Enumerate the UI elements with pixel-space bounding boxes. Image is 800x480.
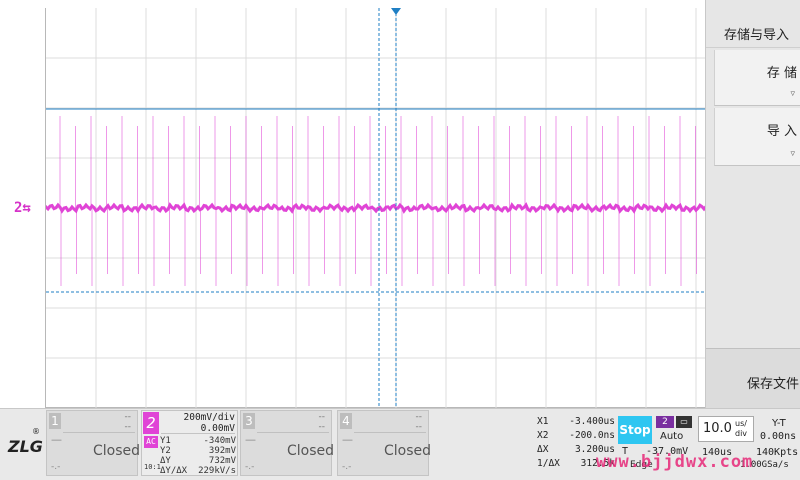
coupling-indicator: — <box>342 433 353 446</box>
channel-number: 4 <box>340 413 352 429</box>
channel-state: Closed <box>384 443 432 459</box>
svg-text:®: ® <box>32 427 40 436</box>
channel-scale: -- <box>415 412 423 422</box>
channel-offset: -- <box>415 422 423 432</box>
ch2-ground-marker[interactable]: 2⇆ <box>14 200 31 216</box>
run-stop-button[interactable]: Stop <box>618 416 652 444</box>
waveform-svg <box>46 8 706 408</box>
trigger-mode[interactable]: Auto <box>660 431 683 442</box>
probe-ratio: -.- <box>51 462 61 472</box>
timebase-scale[interactable]: 10.0 us/ div <box>698 416 754 442</box>
memory-depth[interactable]: 140Kpts <box>756 447 798 458</box>
probe-ratio: -.- <box>245 462 255 472</box>
oscilloscope-screen: 2⇆ 存储与导入 存 储 ▿ 导 入 ▿ 保存文件 ZLG ® 1 -- -- … <box>0 0 800 480</box>
side-menu: 存储与导入 存 储 ▿ 导 入 ▿ 保存文件 <box>705 0 800 408</box>
divider <box>354 432 426 433</box>
brand-logo: ZLG ® <box>7 427 43 456</box>
save-button[interactable]: 存 储 ▿ <box>714 50 800 106</box>
channel-number: 3 <box>243 413 255 429</box>
left-gutter: 2⇆ <box>0 0 45 408</box>
menu-title: 存储与导入 <box>706 22 800 48</box>
probe-ratio: 10:1 <box>144 463 161 471</box>
channel-offset: -- <box>318 422 326 432</box>
coupling-indicator: — <box>245 433 256 446</box>
save-file-label: 保存文件 <box>746 377 799 392</box>
waveform-display[interactable] <box>45 8 706 408</box>
dropdown-arrow-icon: ▿ <box>790 89 795 99</box>
divider <box>63 432 135 433</box>
channel-1-panel[interactable]: 1 -- -- — Closed -.- <box>46 410 141 476</box>
channel-3-panel[interactable]: 3 -- -- — Closed -.- <box>240 410 335 476</box>
watermark: www.bjjdwx.com <box>596 452 754 472</box>
import-button[interactable]: 导 入 ▿ <box>714 108 800 166</box>
probe-ratio: -.- <box>342 462 352 472</box>
channel-state: Closed <box>93 443 141 459</box>
horizontal-position[interactable]: 0.00ns <box>760 431 796 442</box>
channel-number: 1 <box>49 413 61 429</box>
channel-scale: -- <box>318 412 326 422</box>
trigger-source-badge[interactable]: 2 <box>656 416 674 428</box>
save-file-button[interactable]: 保存文件 <box>706 348 800 408</box>
trigger-edge-icon[interactable]: ▭ <box>676 416 692 428</box>
timebase-unit: us/ <box>735 419 747 428</box>
import-button-label: 导 入 <box>766 124 797 139</box>
channel-4-panel[interactable]: 4 -- -- — Closed -.- <box>337 410 432 476</box>
timebase-value: 10.0 <box>703 421 732 436</box>
top-strip <box>45 0 705 8</box>
save-button-label: 存 储 <box>766 66 797 81</box>
display-mode[interactable]: Y-T <box>772 418 786 429</box>
channel-scale: -- <box>124 412 132 422</box>
ch2-waveform-spikes <box>59 116 697 286</box>
coupling-indicator: — <box>51 433 62 446</box>
svg-text:ZLG: ZLG <box>7 437 43 456</box>
channel-2-panel[interactable]: 2 200mV/div 0.00mV AC 10:1 Y1 -340mV Y2 39… <box>141 410 238 476</box>
channel-scale: 200mV/div <box>183 412 235 423</box>
dropdown-arrow-icon: ▿ <box>790 149 795 159</box>
coupling-indicator: AC <box>144 436 158 448</box>
channel-number: 2 <box>143 412 159 434</box>
timebase-unit-div: div <box>735 429 748 438</box>
divider <box>257 432 329 433</box>
channel-offset: -- <box>124 422 132 432</box>
divider <box>161 433 235 434</box>
channel-state: Closed <box>287 443 335 459</box>
trigger-position-marker <box>391 8 401 15</box>
